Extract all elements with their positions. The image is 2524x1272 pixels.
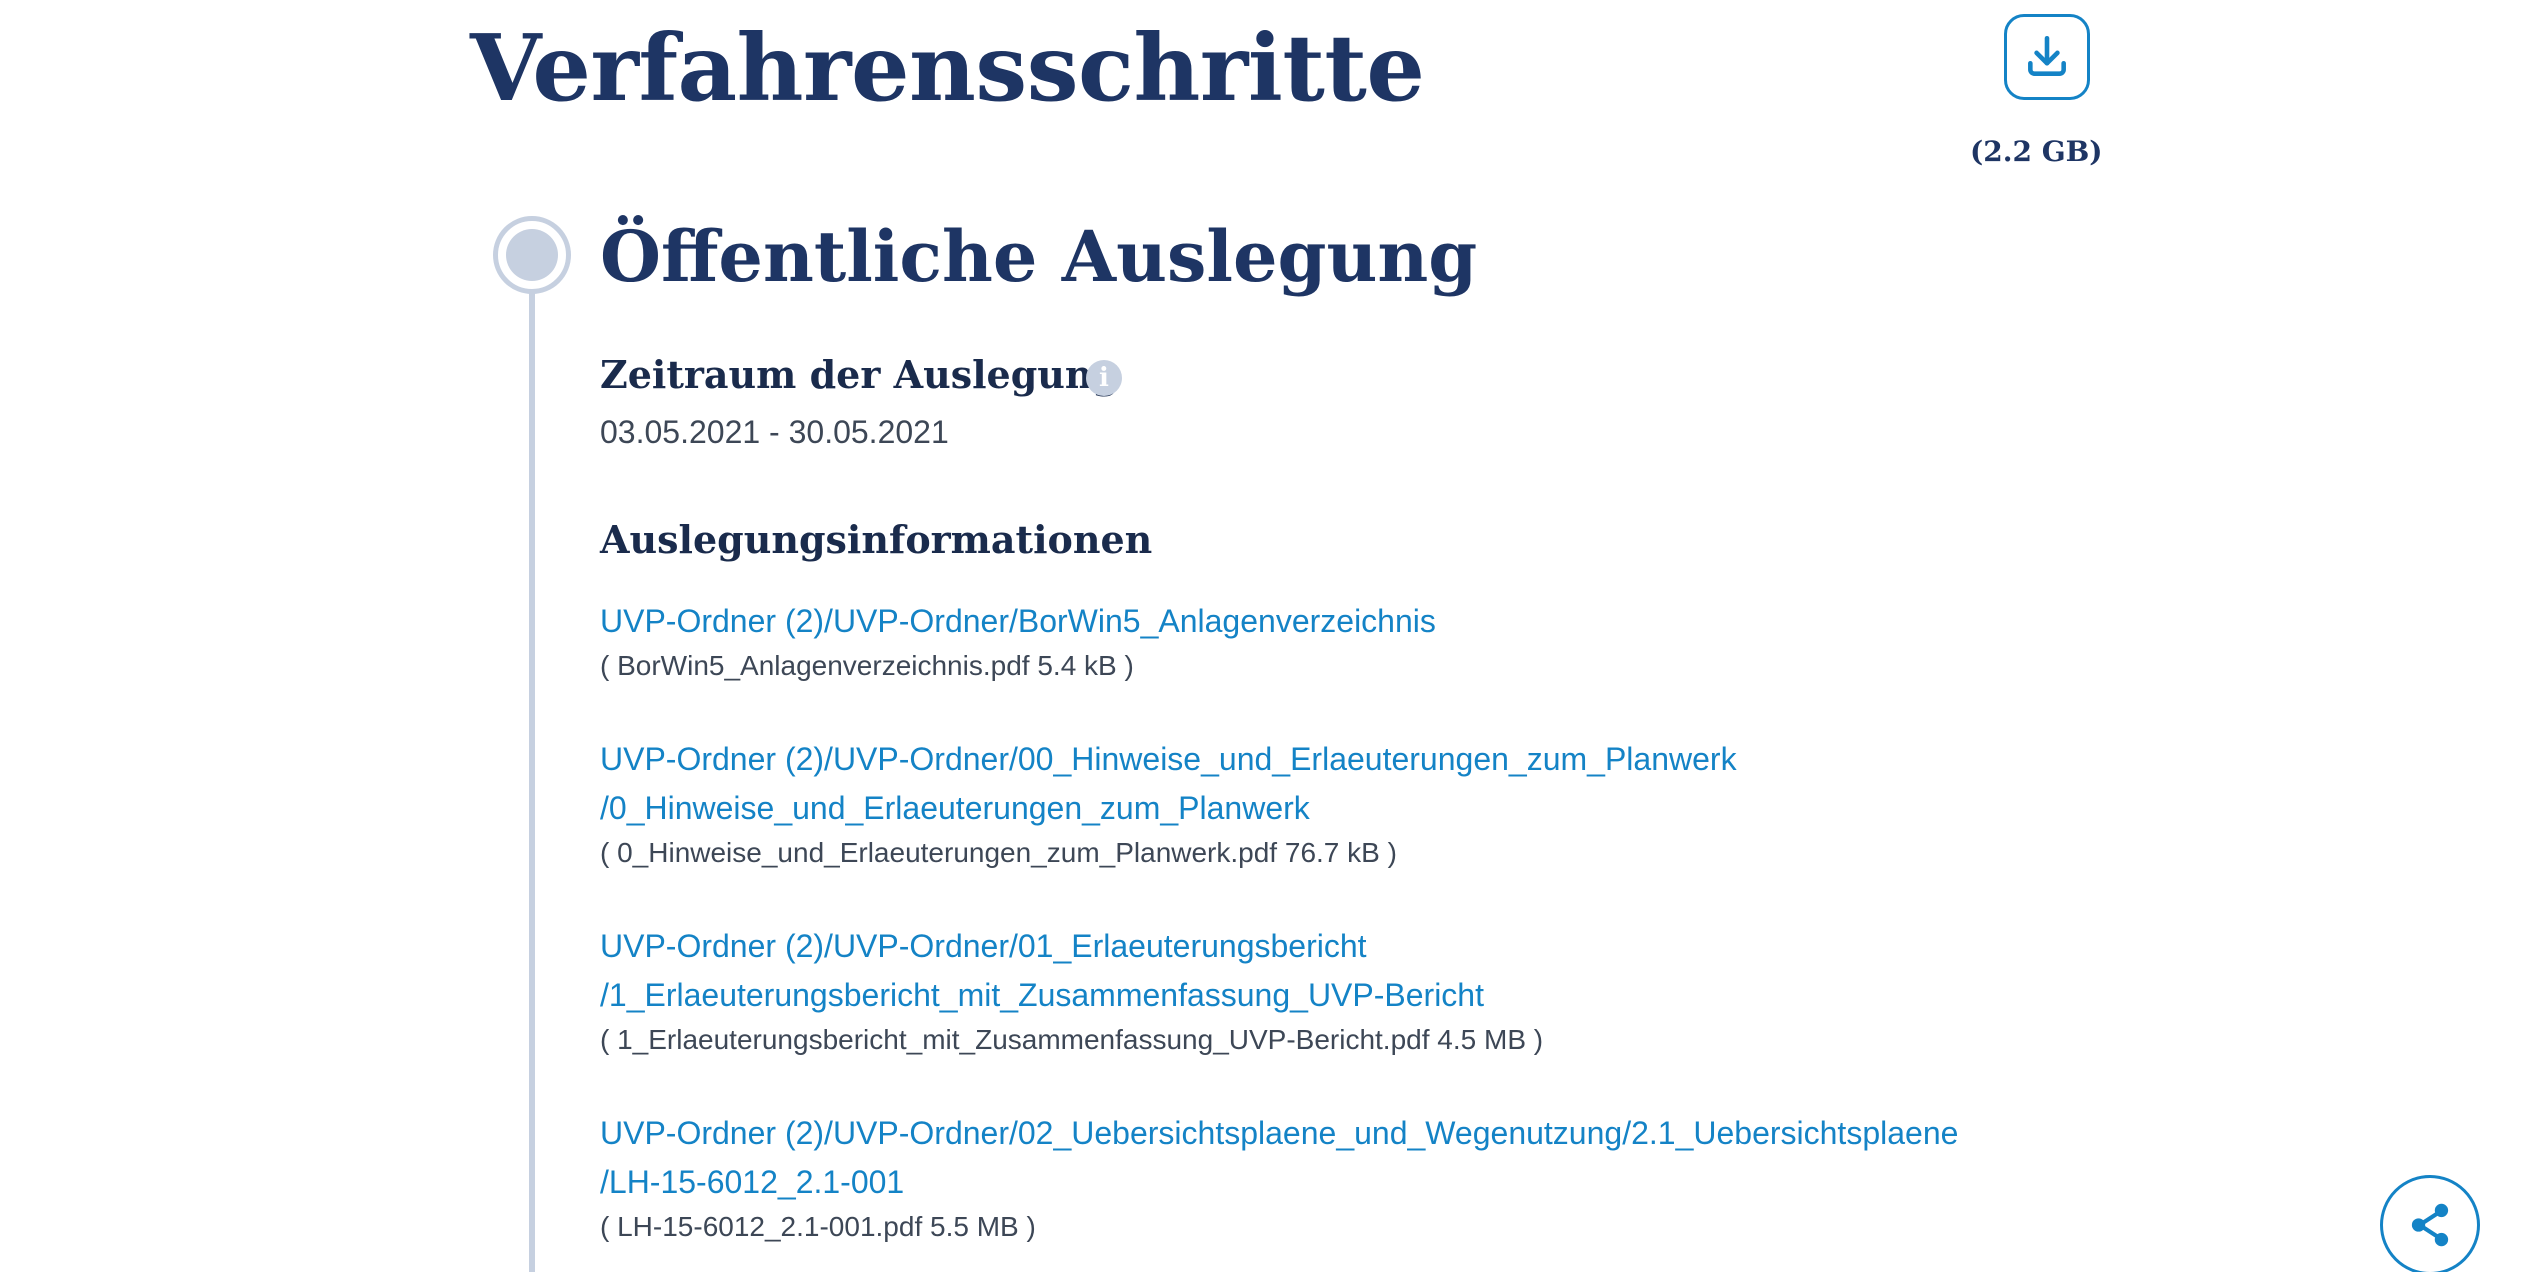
document-meta: ( BorWin5_Anlagenverzeichnis.pdf 5.4 kB … — [600, 650, 1134, 681]
document-link[interactable]: UVP-Ordner (2)/UVP-Ordner/01_Erlaeuterun… — [600, 922, 2000, 1020]
document-link-line: UVP-Ordner (2)/UVP-Ordner/00_Hinweise_un… — [600, 741, 1737, 777]
document-link-line: UVP-Ordner (2)/UVP-Ordner/01_Erlaeuterun… — [600, 928, 1367, 964]
document-link[interactable]: UVP-Ordner (2)/UVP-Ordner/02_Uebersichts… — [600, 1109, 2000, 1207]
step-title: Öffentliche Auslegung — [600, 215, 1478, 298]
download-all-button[interactable] — [2004, 14, 2090, 100]
document-item: UVP-Ordner (2)/UVP-Ordner/01_Erlaeuterun… — [600, 922, 2000, 1060]
page: Verfahrensschritte (2.2 GB) Öffentliche … — [0, 0, 2524, 1272]
document-link-line: UVP-Ordner (2)/UVP-Ordner/02_Uebersichts… — [600, 1115, 1959, 1151]
document-item: UVP-Ordner (2)/UVP-Ordner/00_Hinweise_un… — [600, 735, 2000, 873]
documents-heading: Auslegungsinformationen — [600, 517, 1153, 562]
timeline-step-marker — [493, 216, 571, 294]
share-icon — [2411, 1203, 2449, 1247]
timeline-line — [529, 290, 535, 1272]
timeline-step-marker-fill — [506, 229, 558, 281]
page-title: Verfahrensschritte — [470, 14, 1425, 122]
document-link-line: /1_Erlaeuterungsbericht_mit_Zusammenfass… — [600, 977, 1484, 1013]
period-heading: Zeitraum der Auslegung — [600, 352, 1120, 397]
document-meta: ( LH-15-6012_2.1-001.pdf 5.5 MB ) — [600, 1211, 1036, 1242]
document-link-line: UVP-Ordner (2)/UVP-Ordner/BorWin5_Anlage… — [600, 603, 1436, 639]
document-meta: ( 0_Hinweise_und_Erlaeuterungen_zum_Plan… — [600, 837, 1397, 868]
document-item: UVP-Ordner (2)/UVP-Ordner/02_Uebersichts… — [600, 1109, 2000, 1247]
document-item: UVP-Ordner (2)/UVP-Ordner/BorWin5_Anlage… — [600, 597, 2000, 686]
period-value: 03.05.2021 - 30.05.2021 — [600, 414, 949, 450]
document-meta: ( 1_Erlaeuterungsbericht_mit_Zusammenfas… — [600, 1024, 1544, 1055]
document-link-line: /LH-15-6012_2.1-001 — [600, 1164, 905, 1200]
share-button[interactable] — [2380, 1175, 2480, 1272]
document-link-line: /0_Hinweise_und_Erlaeuterungen_zum_Planw… — [600, 790, 1310, 826]
info-icon[interactable]: i — [1086, 360, 1122, 396]
document-link[interactable]: UVP-Ordner (2)/UVP-Ordner/00_Hinweise_un… — [600, 735, 2000, 833]
document-link[interactable]: UVP-Ordner (2)/UVP-Ordner/BorWin5_Anlage… — [600, 597, 2000, 646]
download-icon — [2028, 35, 2066, 76]
download-size-label: (2.2 GB) — [1970, 135, 2103, 168]
